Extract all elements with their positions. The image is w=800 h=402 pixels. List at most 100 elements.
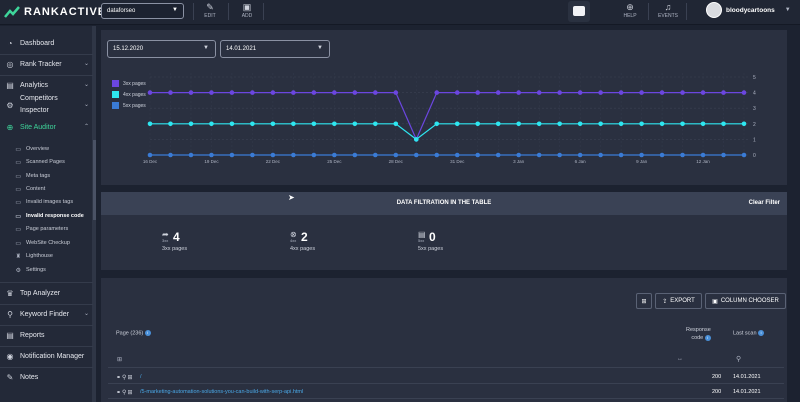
data-point: [209, 90, 214, 95]
grid-icon: ⊞: [641, 298, 647, 305]
column-header-label: Last scan: [733, 330, 757, 337]
data-point: [536, 90, 542, 95]
top-bar: RANKACTIVE dataforseo ▼ ✎ EDIT ▣ ADD ⊕ H…: [0, 0, 800, 25]
sidebar-item-competitors[interactable]: ⚙ Competitors Inspector ⌄: [0, 93, 93, 117]
bell-icon: ♫: [664, 2, 672, 12]
chevron-down-icon: ⌄: [83, 61, 89, 67]
column-header-response[interactable]: Response code i: [686, 326, 711, 342]
data-point: [741, 121, 747, 127]
data-point: [250, 152, 255, 158]
sidebar-subitem-settings[interactable]: ⚙ Settings: [0, 264, 93, 276]
sidebar-item-top-analyzer[interactable]: ♛ Top Analyzer: [0, 286, 93, 300]
sidebar-item-label: Reports: [20, 331, 45, 339]
top-analyzer-icon: ♛: [6, 288, 14, 298]
data-point: [475, 121, 481, 127]
sidebar-subitem-invalid-images[interactable]: ▭ Invalid images tags: [0, 196, 93, 208]
add-label: ADD: [241, 13, 253, 19]
sidebar-item-label: Analytics: [20, 81, 49, 89]
data-point: [168, 90, 173, 95]
sidebar-item-notification-manager[interactable]: ◉ Notification Manager: [0, 349, 93, 363]
clear-filter-button[interactable]: Clear Filter: [749, 200, 780, 206]
sidebar-subitem-meta-tags[interactable]: ▭ Meta tags: [0, 170, 93, 182]
sitemap-icon[interactable]: ⊞: [127, 390, 133, 396]
data-point: [168, 152, 173, 158]
sidebar-item-rank-tracker[interactable]: ◎ Rank Tracker ⌄: [0, 57, 93, 71]
data-point: [536, 152, 542, 158]
chat-button[interactable]: [568, 1, 590, 22]
column-header-last-scan[interactable]: Last scan i: [733, 330, 765, 337]
row-url[interactable]: /: [140, 374, 784, 380]
help-label: HELP: [623, 13, 637, 19]
search-icon[interactable]: ⚲: [736, 355, 741, 363]
column-header-page[interactable]: Page (236) i: [116, 330, 151, 336]
sidebar-subitem-label: Invalid images tags: [26, 199, 74, 205]
data-point: [168, 121, 173, 127]
sidebar-subitem-lighthouse[interactable]: ♜ Lighthouse: [0, 250, 93, 262]
edit-button[interactable]: ✎ EDIT: [198, 2, 222, 19]
pencil-icon: ✎: [206, 2, 214, 12]
data-point: [577, 121, 583, 127]
table-filter-row: ⊞ ↔ ⚲: [108, 352, 784, 368]
events-label: EVENTS: [657, 13, 678, 19]
sidebar-item-label: Notification Manager: [20, 352, 85, 360]
x-tick-label: 6 Jan: [575, 159, 587, 164]
user-menu[interactable]: bloodycartoons ▼: [706, 2, 791, 18]
sidebar-subitem-label: Invalid response code: [26, 213, 84, 219]
data-point: [475, 152, 481, 158]
divider: [648, 3, 649, 20]
data-point: [598, 90, 603, 95]
sidebar-subitem-label: WebSite Checkup: [26, 240, 70, 246]
column-chooser-button[interactable]: ▣ COLUMN CHOOSER: [705, 293, 786, 309]
sidebar-item-label: Competitors Inspector: [20, 95, 58, 114]
sidebar-item-dashboard[interactable]: ◔ Dashboard: [0, 36, 93, 50]
sidebar-subitem-website-checkup[interactable]: ▭ WebSite Checkup: [0, 237, 93, 249]
info-icon: i: [758, 330, 765, 336]
data-point: [332, 121, 337, 127]
sidebar-subitem-scanned-pages[interactable]: ▭ Scanned Pages: [0, 156, 93, 168]
sidebar-subitem-content[interactable]: ▭ Content: [0, 183, 93, 195]
series-line: [150, 123, 744, 141]
sidebar-item-keyword-finder[interactable]: ⚲ Keyword Finder ⌄: [0, 307, 93, 321]
table-row[interactable]: ⚭⚲⊞ /5-marketing-automation-solutions-yo…: [108, 386, 784, 399]
data-point: [516, 90, 521, 95]
sidebar-subitem-page-parameters[interactable]: ▭ Page parameters: [0, 223, 93, 235]
sidebar-subitem-invalid-response[interactable]: ▭ Invalid response code: [0, 210, 93, 222]
arrows-icon[interactable]: ↔: [677, 356, 683, 362]
y-tick-label: 4: [753, 91, 756, 97]
table-row[interactable]: ⚭⚲⊞ / 200 14.01.2021: [108, 371, 784, 384]
export-button[interactable]: ⇪ EXPORT: [655, 293, 702, 309]
row-url[interactable]: /5-marketing-automation-solutions-you-ca…: [140, 389, 784, 395]
sidebar-item-notes[interactable]: ✎ Notes: [0, 370, 93, 384]
pages-icon: ▭: [15, 159, 21, 166]
data-point: [229, 152, 235, 158]
help-button[interactable]: ⊕ HELP: [618, 2, 642, 19]
data-point: [618, 90, 624, 95]
chevron-down-icon: ▼: [172, 7, 178, 13]
logo[interactable]: RANKACTIVE: [4, 5, 106, 19]
project-name: dataforseo: [107, 8, 136, 14]
project-select[interactable]: dataforseo ▼: [101, 3, 184, 19]
edit-label: EDIT: [204, 13, 216, 19]
sidebar-subitem-label: Content: [26, 186, 46, 192]
dashboard-icon: ◔: [7, 38, 13, 48]
add-button[interactable]: ▣ ADD: [235, 2, 259, 19]
sidebar-scrollbar-thumb[interactable]: [93, 140, 96, 220]
divider: [0, 75, 93, 76]
data-point: [147, 152, 153, 158]
data-point: [557, 152, 562, 158]
notification-icon: ◉: [6, 351, 14, 361]
data-point: [311, 90, 317, 95]
sidebar-item-analytics[interactable]: ▤ Analytics ⌄: [0, 78, 93, 92]
divider: [0, 346, 93, 347]
sitemap-icon[interactable]: ⊞: [117, 356, 122, 363]
stat-label: 4xx pages: [290, 246, 316, 252]
events-button[interactable]: ♫ EVENTS: [656, 2, 680, 19]
divider: [0, 367, 93, 368]
sidebar-item-site-auditor[interactable]: ⊕ Site Auditor ⌃: [0, 120, 93, 134]
grid-view-button[interactable]: ⊞: [636, 293, 652, 309]
data-point: [495, 90, 501, 95]
sidebar-item-reports[interactable]: ▤ Reports: [0, 328, 93, 342]
params-icon: ▭: [15, 226, 21, 233]
sitemap-icon[interactable]: ⊞: [127, 375, 133, 381]
sidebar-subitem-overview[interactable]: ▭ Overview: [0, 143, 93, 155]
